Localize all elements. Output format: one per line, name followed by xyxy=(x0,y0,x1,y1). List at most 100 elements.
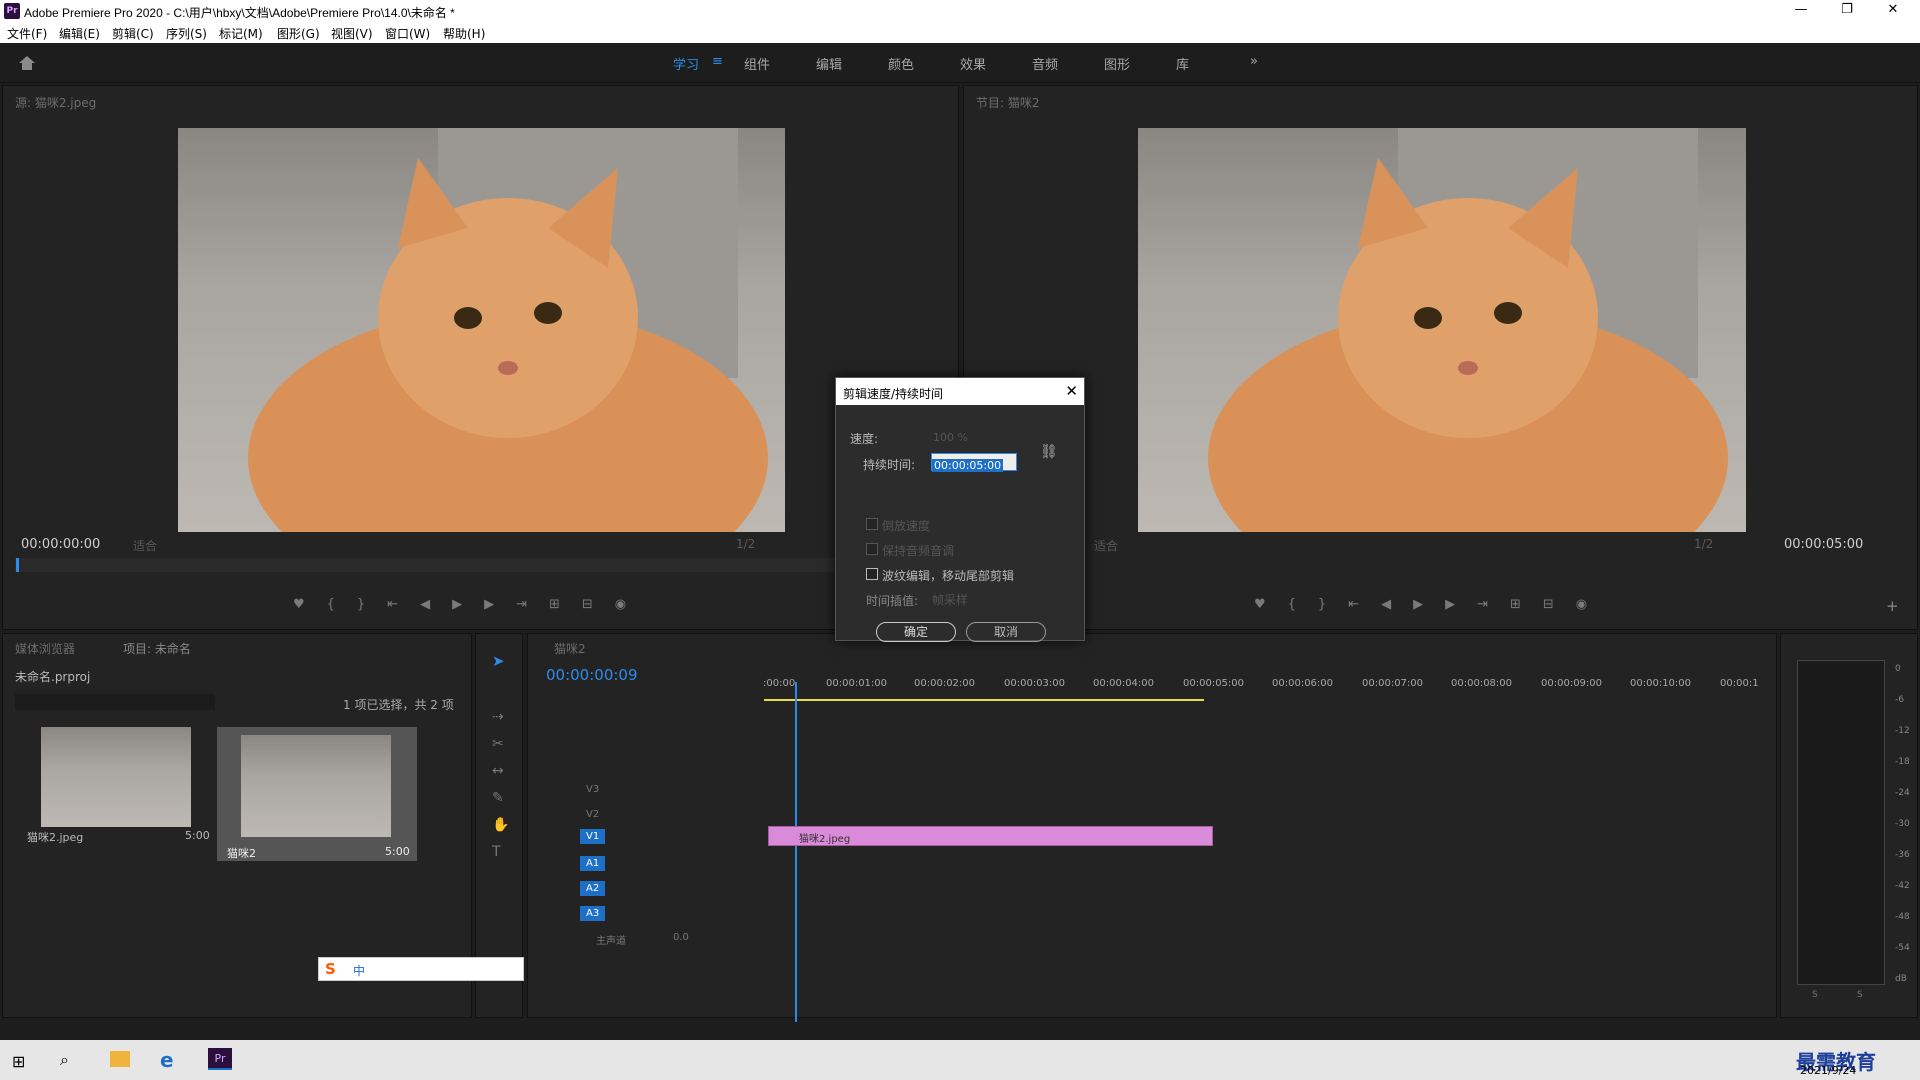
source-timecode[interactable]: 00:00:00:00 xyxy=(21,537,100,552)
menu-sequence[interactable]: 序列(S) xyxy=(166,25,207,42)
workspace-bar: 学习 ≡ 组件 编辑 颜色 效果 音频 图形 库 » xyxy=(0,43,1920,83)
interp-dropdown[interactable]: 帧采样 xyxy=(932,591,968,608)
tab-effects[interactable]: 效果 xyxy=(960,54,986,73)
reverse-label: 倒放速度 xyxy=(882,519,931,533)
keep-pitch-checkbox[interactable] xyxy=(866,543,878,555)
add-button-icon[interactable]: + xyxy=(1886,597,1899,615)
meter-label: -36 xyxy=(1895,850,1910,860)
premiere-app-icon: Pr xyxy=(4,3,20,19)
meter-label: 0 xyxy=(1895,664,1901,674)
file-explorer-icon[interactable] xyxy=(110,1051,130,1067)
taskbar-date: 2021/9/24 xyxy=(1800,1064,1857,1077)
clip-label: 猫咪2.jpeg xyxy=(799,834,851,845)
cancel-button[interactable]: 取消 xyxy=(966,622,1046,642)
program-resolution-dropdown[interactable]: 1/2 xyxy=(1694,537,1713,551)
track-a3[interactable]: A3 xyxy=(580,906,606,921)
tab-project[interactable]: 项目: 未命名 xyxy=(123,640,191,657)
more-workspaces-icon[interactable]: » xyxy=(1250,54,1258,69)
timeline-playhead[interactable] xyxy=(795,682,797,1022)
track-v3[interactable]: V3 xyxy=(586,784,599,795)
windows-start-icon[interactable]: ⊞ xyxy=(12,1052,25,1071)
menu-clip[interactable]: 剪辑(C) xyxy=(112,25,154,42)
premiere-taskbar-icon[interactable]: Pr xyxy=(208,1048,232,1070)
source-time-ruler[interactable] xyxy=(15,558,835,572)
ruler-label: 00:00:06:00 xyxy=(1272,678,1334,689)
tab-audio[interactable]: 音频 xyxy=(1032,54,1058,73)
duration-value: 00:00:05:00 xyxy=(932,459,1004,472)
source-transport-controls[interactable]: ♥{}⇤◀▶▶⇥⊞⊟◉ xyxy=(293,597,648,612)
work-area-bar[interactable] xyxy=(764,699,1204,701)
tab-libraries[interactable]: 库 xyxy=(1176,54,1189,73)
ripple-checkbox[interactable] xyxy=(866,568,878,580)
menu-bar: 文件(F) 编辑(E) 剪辑(C) 序列(S) 标记(M) 图形(G) 视图(V… xyxy=(0,22,1920,43)
project-item-duration: 5:00 xyxy=(185,829,210,842)
ruler-label: 00:00:01:00 xyxy=(826,678,888,689)
source-fit-dropdown[interactable]: 适合 xyxy=(133,537,157,554)
ruler-label: 00:00:02:00 xyxy=(914,678,976,689)
timeline-timecode[interactable]: 00:00:00:09 xyxy=(546,666,638,684)
project-file-name: 未命名.prproj xyxy=(15,670,91,684)
speed-value[interactable]: 100 % xyxy=(933,431,968,444)
master-track-value[interactable]: 0.0 xyxy=(673,932,689,943)
duration-input[interactable]: 00:00:05:00 xyxy=(931,453,1017,472)
meter-solo-right[interactable]: S xyxy=(1857,990,1863,1000)
keep-pitch-label: 保持音频音调 xyxy=(882,544,955,558)
tab-graphics[interactable]: 图形 xyxy=(1104,54,1130,73)
source-monitor-title[interactable]: 源: 猫咪2.jpeg xyxy=(15,94,96,111)
cat-image xyxy=(1208,128,1728,532)
dialog-close-icon[interactable]: ✕ xyxy=(1065,382,1078,400)
menu-marker[interactable]: 标记(M) xyxy=(219,25,263,42)
tab-assembly[interactable]: 组件 xyxy=(744,54,770,73)
thumbnail xyxy=(41,727,191,827)
ruler-label: 00:00:07:00 xyxy=(1362,678,1424,689)
tab-media-browser[interactable]: 媒体浏览器 xyxy=(15,640,75,657)
program-monitor-title[interactable]: 节目: 猫咪2 xyxy=(976,94,1040,111)
minimize-button[interactable]: — xyxy=(1778,0,1824,22)
program-fit-dropdown[interactable]: 适合 xyxy=(1094,537,1118,554)
program-transport-controls[interactable]: ♥{}⇤◀▶▶⇥⊞⊟◉ xyxy=(1254,597,1609,612)
track-a1[interactable]: A1 xyxy=(580,856,606,871)
project-item[interactable]: 猫咪2.jpeg 5:00 xyxy=(17,727,213,844)
edge-icon[interactable]: e xyxy=(160,1048,174,1072)
program-timecode[interactable]: 00:00:05:00 xyxy=(1784,537,1863,552)
selection-tool-icon[interactable]: ➤ xyxy=(492,652,505,670)
duration-label: 持续时间: xyxy=(863,458,916,472)
ruler-label: 00:00:09:00 xyxy=(1541,678,1603,689)
source-playhead[interactable] xyxy=(16,558,19,572)
timeline-tab[interactable]: 猫咪2 xyxy=(554,640,586,657)
timeline-panel: 猫咪2 00:00:00:09 V3 V2 V1 猫咪2.jpeg A1 A2 … xyxy=(527,633,1777,1022)
home-icon[interactable] xyxy=(18,55,36,71)
tab-color[interactable]: 颜色 xyxy=(888,54,914,73)
track-v1[interactable]: V1 xyxy=(580,829,606,844)
reverse-checkbox[interactable] xyxy=(866,518,878,530)
taskbar: ⊞ ⌕ e Pr 最需教育 2021/9/24 xyxy=(0,1040,1920,1080)
meter-solo-left[interactable]: S xyxy=(1812,990,1818,1000)
tab-learn[interactable]: 学习 xyxy=(673,54,699,73)
menu-view[interactable]: 视图(V) xyxy=(331,25,373,42)
menu-file[interactable]: 文件(F) xyxy=(7,25,47,42)
ime-mode[interactable]: 中 xyxy=(353,962,365,979)
project-item-selected[interactable]: 猫咪2 5:00 xyxy=(217,727,417,861)
tool-icons[interactable]: ⇢ ✂ ↔ ✎ ✋ T xyxy=(492,704,509,866)
tab-editing[interactable]: 编辑 xyxy=(816,54,842,73)
menu-window[interactable]: 窗口(W) xyxy=(385,25,430,42)
restore-button[interactable]: ❐ xyxy=(1824,0,1870,22)
meter-label: dB xyxy=(1895,974,1907,984)
menu-help[interactable]: 帮助(H) xyxy=(443,25,485,42)
ime-toolbar[interactable]: S 中 xyxy=(318,957,524,981)
search-icon[interactable]: ⌕ xyxy=(60,1050,69,1070)
timeline-clip[interactable]: 猫咪2.jpeg xyxy=(768,826,1213,846)
speed-duration-dialog: 剪辑速度/持续时间 ✕ 速度: 100 % 持续时间: 00:00:05:00 … xyxy=(835,377,1085,642)
meter-label: -6 xyxy=(1895,695,1904,705)
ok-button[interactable]: 确定 xyxy=(876,622,956,642)
track-v2[interactable]: V2 xyxy=(586,809,599,820)
ripple-label: 波纹编辑，移动尾部剪辑 xyxy=(882,569,1015,583)
project-search-input[interactable] xyxy=(15,694,215,710)
source-resolution-dropdown[interactable]: 1/2 xyxy=(736,537,755,551)
track-a2[interactable]: A2 xyxy=(580,881,606,896)
ruler-label: 00:00:08:00 xyxy=(1451,678,1513,689)
close-window-button[interactable]: ✕ xyxy=(1870,0,1916,22)
menu-graphics[interactable]: 图形(G) xyxy=(277,25,320,42)
menu-edit[interactable]: 编辑(E) xyxy=(59,25,100,42)
link-icon[interactable]: ⛓ xyxy=(1040,444,1058,460)
